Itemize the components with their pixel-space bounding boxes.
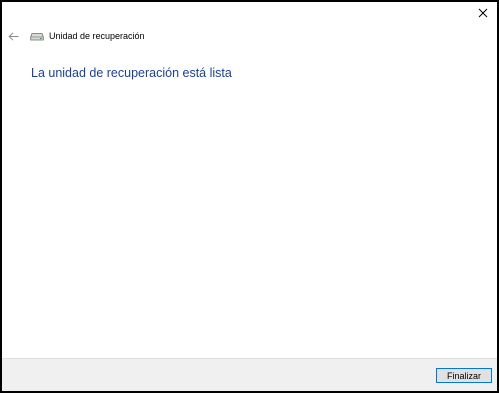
page-heading: La unidad de recuperación está lista	[31, 66, 232, 80]
finish-button[interactable]: Finalizar	[436, 368, 492, 383]
back-button[interactable]	[6, 29, 20, 43]
drive-icon	[30, 30, 46, 42]
footer-bar: Finalizar	[2, 358, 497, 391]
title-bar: Unidad de recuperación	[6, 28, 145, 44]
close-icon	[478, 8, 488, 18]
close-button[interactable]	[470, 3, 496, 23]
recovery-drive-window: Unidad de recuperación La unidad de recu…	[0, 0, 499, 393]
window-title: Unidad de recuperación	[49, 31, 145, 41]
back-arrow-icon	[7, 31, 18, 41]
